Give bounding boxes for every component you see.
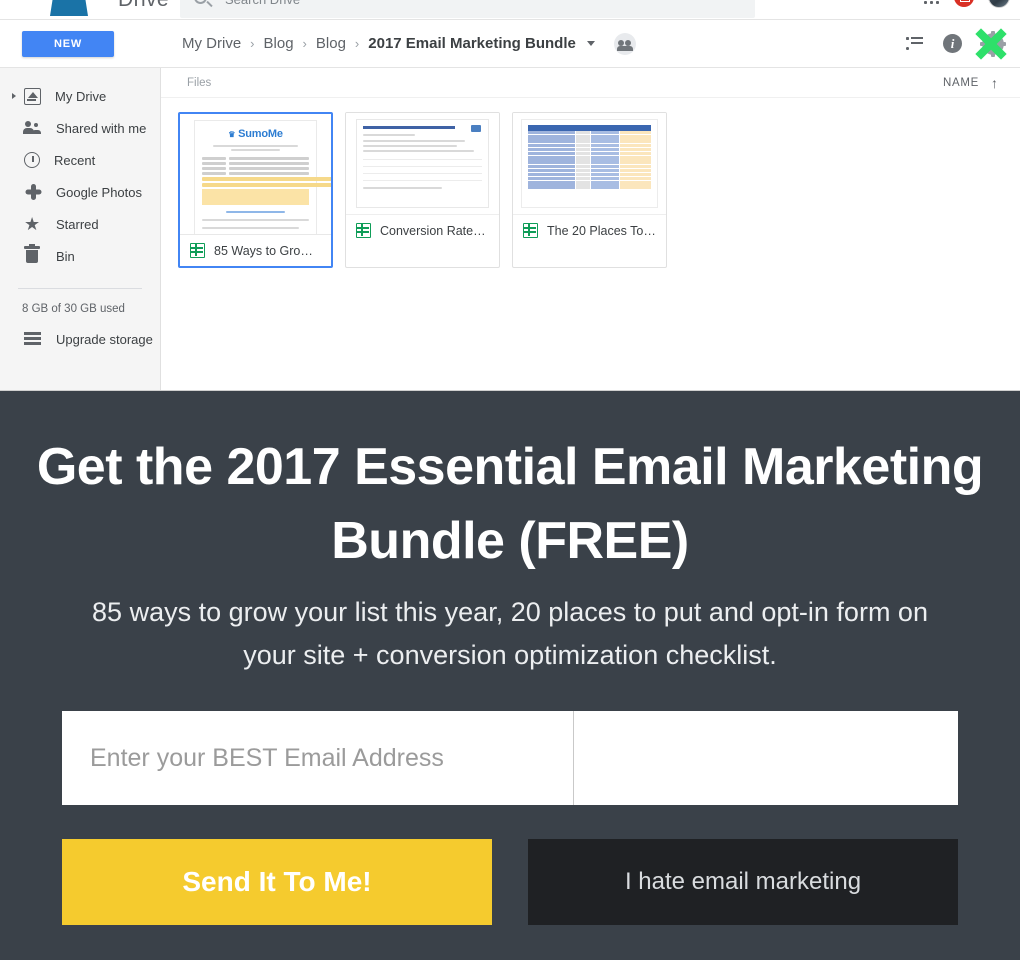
decline-button[interactable]: I hate email marketing [528,839,958,926]
email-optin-overlay: Get the 2017 Essential Email Marketing B… [0,390,1020,960]
file-name: The 20 Places To Colle... [547,223,656,238]
thumbnail-document: ♛ SumoMe [194,120,331,234]
drive-sidebar: My Drive Shared with me Recent Google Ph… [0,68,161,390]
people-shared-icon[interactable] [613,32,636,55]
breadcrumb-separator: › [354,36,360,51]
app-name: Drive [118,0,169,12]
sort-control[interactable]: NAME ↑ [943,75,998,91]
settings-gear-button[interactable] [975,27,1007,60]
file-thumbnail [513,113,666,215]
breadcrumb-item-current-folder[interactable]: 2017 Email Marketing Bundle [368,35,576,52]
files-section-label: Files [187,76,212,89]
file-card-footer: The 20 Places To Colle... [513,215,666,246]
thumbnail-table [363,159,482,181]
file-thumbnail [346,113,499,215]
sort-ascending-icon: ↑ [991,74,998,91]
toolbar-right-actions: i [906,27,1007,60]
storage-usage-text: 8 GB of 30 GB used [22,303,125,315]
sidebar-item-label: Upgrade storage [56,331,153,347]
search-icon [194,0,207,4]
sidebar-item-label: Bin [56,248,75,264]
optin-subheadline: 85 ways to grow your list this year, 20 … [92,596,928,670]
email-input[interactable] [62,711,574,806]
crown-icon: ♛ [228,130,236,139]
account-avatar[interactable] [988,0,1010,8]
file-card-selected[interactable]: ♛ SumoMe 85 Ways to Grow Y [178,112,333,268]
search-bar[interactable]: Search Drive [180,0,755,18]
page-root: Drive Search Drive NEW My Drive › Blog › [0,0,1020,960]
file-name: 85 Ways to Grow Your ... [214,243,321,258]
info-icon[interactable]: i [943,34,962,53]
storage-bars-icon [24,330,42,348]
sort-column-label: NAME [942,76,979,89]
google-sheets-icon [523,223,538,238]
expand-arrow-icon[interactable] [12,93,16,99]
search-placeholder-text: Search Drive [225,0,300,7]
global-header-right [924,0,1010,8]
google-drive-app: Drive Search Drive NEW My Drive › Blog › [0,0,1020,390]
sidebar-item-google-photos[interactable]: Google Photos [0,176,160,208]
thumbnail-table-body [528,131,651,189]
file-card-footer: Conversion Rate Optim... [346,215,499,246]
file-card[interactable]: The 20 Places To Colle... [512,112,667,268]
sidebar-item-label: My Drive [55,88,107,104]
clock-icon [24,152,40,168]
optin-headline: Get the 2017 Essential Email Marketing B… [36,438,984,570]
drive-icon [24,87,41,105]
breadcrumb-item-blog-1[interactable]: Blog [264,35,294,52]
sidebar-item-label: Starred [56,216,99,232]
global-header-bar: Drive Search Drive [0,0,1020,20]
apps-grid-icon[interactable] [924,0,940,5]
list-view-icon[interactable] [906,37,923,50]
email-field-panel [62,711,958,806]
files-section-header: Files NAME ↑ [161,68,1020,98]
file-card[interactable]: Conversion Rate Optim... [345,112,500,268]
chevron-down-icon[interactable] [586,41,595,46]
google-sheets-icon [190,243,205,258]
sidebar-divider [18,288,142,289]
sidebar-item-my-drive[interactable]: My Drive [0,80,160,112]
files-content-area: Files NAME ↑ ♛ SumoMe 85 Ways to Grow Y … [161,68,1020,390]
photos-pinwheel-icon [24,183,42,201]
breadcrumb-item-blog-2[interactable]: Blog [316,35,346,52]
thumbnail-document [356,119,489,208]
breadcrumb-separator: › [250,36,255,51]
optin-form [62,711,958,806]
sidebar-item-label: Shared with me [56,120,147,136]
sidebar-item-starred[interactable]: ★ Starred [0,208,160,240]
sidebar-item-upgrade-storage[interactable]: Upgrade storage [0,323,160,355]
sidebar-item-recent[interactable]: Recent [0,144,160,176]
sidebar-item-shared-with-me[interactable]: Shared with me [0,112,160,144]
trash-icon [24,244,42,265]
thumbnail-badge [471,125,481,132]
google-sheets-icon [356,223,371,238]
people-icon [23,119,42,137]
sidebar-item-bin[interactable]: Bin [0,240,160,272]
thumbnail-document [521,119,658,208]
file-name: Conversion Rate Optim... [380,223,489,238]
star-icon: ★ [24,214,41,234]
breadcrumb: My Drive › Blog › Blog › 2017 Email Mark… [182,32,636,55]
new-button[interactable]: NEW [22,30,114,57]
thumbnail-brand-text: ♛ SumoMe [228,128,283,140]
thumbnail-title-line [363,126,455,129]
submit-button[interactable]: Send It To Me! [62,839,492,926]
sidebar-item-label: Recent [54,152,96,168]
file-thumbnail: ♛ SumoMe [180,114,331,235]
breadcrumb-item-my-drive[interactable]: My Drive [182,35,241,52]
optin-buttons: Send It To Me! I hate email marketing [62,839,958,926]
file-grid: ♛ SumoMe 85 Ways to Grow Y Conversion Ra… [161,98,1020,268]
notifications-bell-icon[interactable] [954,0,974,7]
drive-logo-icon [50,0,88,16]
file-card-footer: 85 Ways to Grow Your ... [180,235,331,266]
breadcrumb-separator: › [302,36,307,51]
drive-toolbar: NEW My Drive › Blog › Blog › 2017 Email … [0,20,1020,68]
sidebar-item-label: Google Photos [56,184,143,200]
